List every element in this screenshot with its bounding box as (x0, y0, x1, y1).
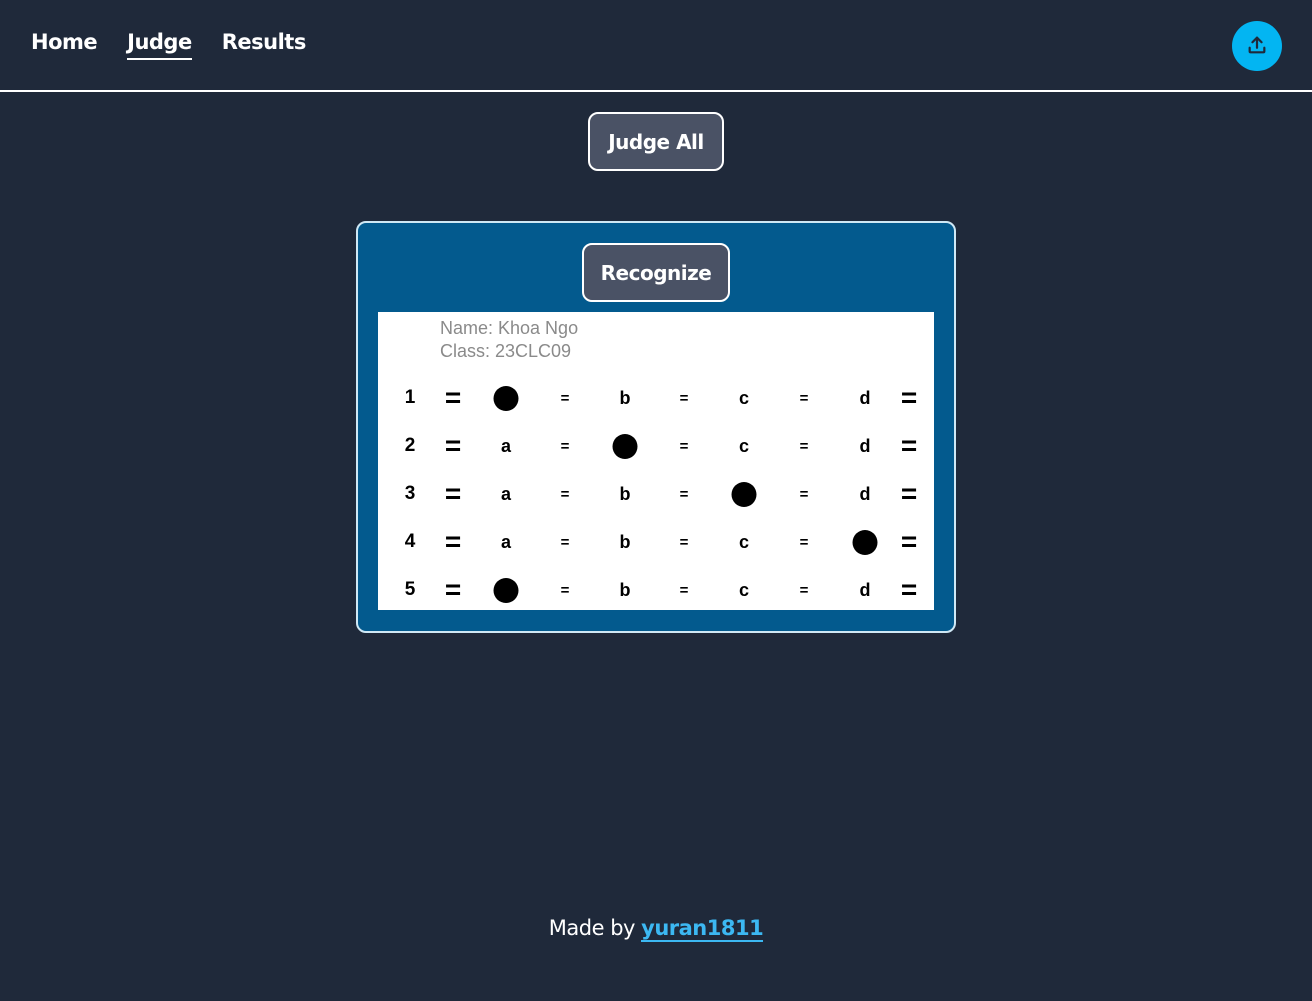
option-a: a (500, 531, 512, 552)
option-a: a (500, 483, 512, 504)
separator-mark: = (900, 430, 918, 461)
separator-mark: = (900, 478, 918, 509)
question-row: 4 = a = b = c = = (378, 526, 934, 557)
filled-bubble (493, 575, 519, 605)
question-number: 5 (404, 579, 416, 600)
separator-mark: = (679, 533, 689, 551)
separator-mark: = (560, 533, 570, 551)
author-link[interactable]: yuran1811 (641, 916, 764, 942)
separator-mark: = (679, 389, 689, 407)
option-c: c (738, 579, 750, 600)
separator-mark: = (900, 382, 918, 413)
bubble-mark (612, 433, 638, 459)
nav-judge[interactable]: Judge (127, 30, 192, 60)
separator-mark: = (679, 581, 689, 599)
separator-mark: = (560, 389, 570, 407)
separator-mark: = (444, 526, 462, 557)
separator-mark: = (799, 485, 809, 503)
filled-bubble (493, 383, 519, 413)
answer-sheet-image: Name: Khoa Ngo Class: 23CLC09 1 = = b = c = d = 2… (378, 312, 934, 610)
answer-sheet-card: Recognize Name: Khoa Ngo Class: 23CLC09 … (356, 221, 956, 633)
nav-home[interactable]: Home (31, 30, 98, 60)
question-number: 4 (404, 531, 416, 552)
student-info: Name: Khoa Ngo Class: 23CLC09 (440, 317, 578, 363)
option-c: c (738, 435, 750, 456)
question-row: 5 = = b = c = d = (378, 574, 934, 605)
question-number: 1 (404, 387, 416, 408)
option-b: b (619, 531, 631, 552)
option-b: b (619, 483, 631, 504)
separator-mark: = (900, 574, 918, 605)
question-number: 2 (404, 435, 416, 456)
nav-results[interactable]: Results (222, 30, 307, 60)
filled-bubble (612, 431, 638, 461)
separator-mark: = (444, 430, 462, 461)
separator-mark: = (799, 581, 809, 599)
question-row: 1 = = b = c = d = (378, 382, 934, 413)
upload-button[interactable] (1232, 21, 1282, 71)
recognize-button[interactable]: Recognize (582, 243, 730, 302)
option-d: d (859, 483, 871, 504)
separator-mark: = (900, 526, 918, 557)
option-d: d (859, 435, 871, 456)
bubble-mark (731, 481, 757, 507)
separator-mark: = (679, 485, 689, 503)
bubble-mark (852, 529, 878, 555)
separator-mark: = (444, 574, 462, 605)
filled-bubble (852, 527, 878, 557)
separator-mark: = (799, 533, 809, 551)
student-class: Class: 23CLC09 (440, 341, 572, 361)
filled-bubble (731, 479, 757, 509)
separator-mark: = (799, 437, 809, 455)
question-number: 3 (404, 483, 416, 504)
footer: Made by yuran1811 (0, 916, 1312, 942)
option-d: d (859, 387, 871, 408)
student-name: Name: Khoa Ngo (440, 318, 579, 338)
main-nav: Home Judge Results (31, 30, 336, 60)
top-navbar: Home Judge Results (0, 0, 1312, 92)
option-c: c (738, 531, 750, 552)
option-a: a (500, 435, 512, 456)
judge-all-button[interactable]: Judge All (588, 112, 724, 171)
separator-mark: = (444, 382, 462, 413)
separator-mark: = (560, 437, 570, 455)
separator-mark: = (444, 478, 462, 509)
upload-icon (1246, 34, 1268, 59)
option-b: b (619, 579, 631, 600)
footer-prefix: Made by (548, 916, 642, 940)
separator-mark: = (799, 389, 809, 407)
option-d: d (859, 579, 871, 600)
bubble-mark (493, 577, 519, 603)
question-row: 3 = a = b = = d = (378, 478, 934, 509)
separator-mark: = (560, 485, 570, 503)
bubble-mark (493, 385, 519, 411)
separator-mark: = (679, 437, 689, 455)
option-b: b (619, 387, 631, 408)
option-c: c (738, 387, 750, 408)
question-row: 2 = a = = c = d = (378, 430, 934, 461)
separator-mark: = (560, 581, 570, 599)
